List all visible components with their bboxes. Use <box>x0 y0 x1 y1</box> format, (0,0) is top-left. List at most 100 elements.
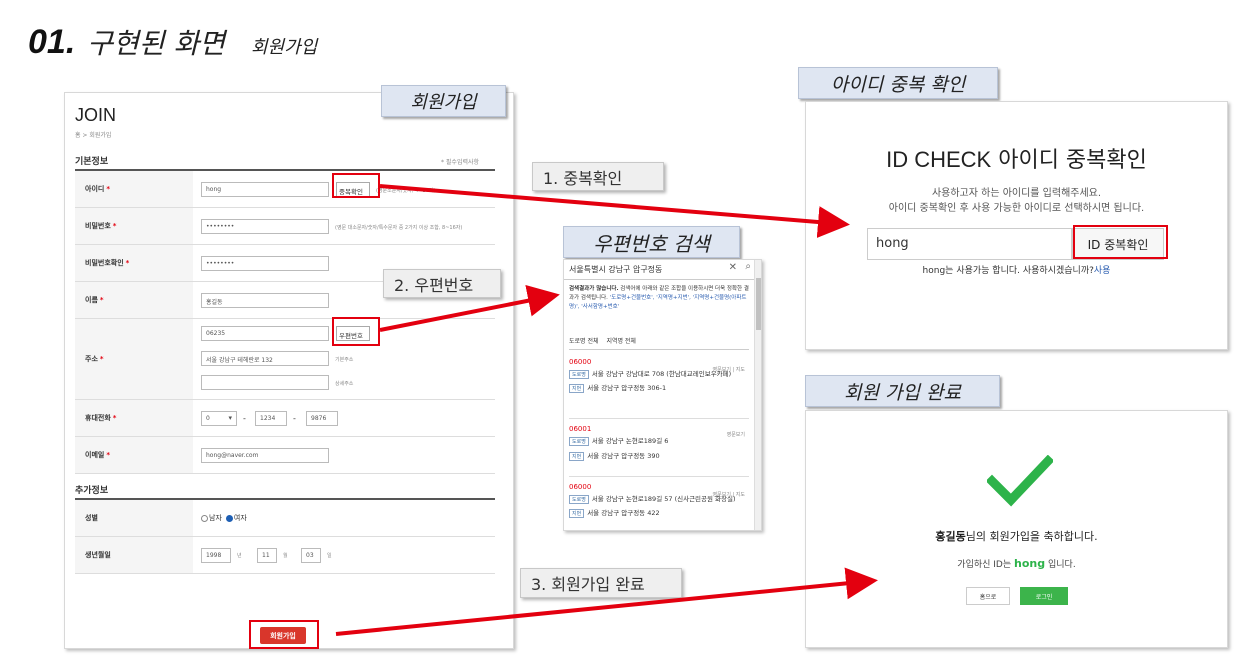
tag-complete: 회원 가입 완료 <box>805 375 1000 407</box>
filter-road[interactable]: 도로명 전체 <box>569 338 599 345</box>
password-confirm-input[interactable]: •••••••• <box>201 256 329 271</box>
birth-month-input[interactable]: 11 <box>257 548 277 563</box>
tag-zipcode: 우편번호 검색 <box>563 226 740 258</box>
id-check-result-text: hong는 사용가능 합니다. 사용하시겠습니까? <box>922 266 1094 276</box>
heading-title: 구현된 화면 <box>87 27 225 60</box>
id-check-desc-2: 아이디 중복확인 후 사용 가능한 아이디로 선택하시면 됩니다. <box>888 203 1145 214</box>
phone-mid-input[interactable]: 1234 <box>255 411 287 426</box>
phone-dash-1: - <box>243 414 246 423</box>
zipcode-scrollbar[interactable] <box>754 260 761 530</box>
address2-hint: 상세주소 <box>335 381 354 387</box>
checkmark-icon <box>987 455 1053 507</box>
login-button[interactable]: 로그인 <box>1020 587 1068 605</box>
id-check-title-en: ID CHECK <box>886 147 992 172</box>
gender-label: 성별 <box>75 500 193 536</box>
zipcode-filters: 도로명 전체 지역명 전체 <box>569 336 749 350</box>
name-label: 이름 <box>85 296 98 304</box>
step-2-label: 2. 우편번호 <box>383 269 501 298</box>
filter-region[interactable]: 지역명 전체 <box>606 338 636 345</box>
clear-icon[interactable]: ✕ <box>729 262 737 273</box>
join-form-panel: JOIN 홈 > 회원가입 기본정보 * 필수입력사항 아이디 * hong 중복… <box>64 92 514 649</box>
row-email: 이메일 * hong@naver.com <box>75 437 495 474</box>
join-title: JOIN <box>75 105 117 125</box>
result-zip: 06000 <box>569 483 592 491</box>
step-1-label: 1. 중복확인 <box>532 162 664 191</box>
home-button[interactable]: 홈으로 <box>966 587 1010 605</box>
result-road: 서울 강남구 논현로189길 6 <box>591 437 669 445</box>
tag-signup: 회원가입 <box>381 85 506 117</box>
id-check-title: ID CHECK 아이디 중복확인 <box>806 142 1227 174</box>
radio-female-selected[interactable] <box>225 514 233 522</box>
email-label: 이메일 <box>85 451 105 459</box>
chevron-down-icon: ▾ <box>228 414 232 422</box>
address2-input[interactable] <box>201 375 329 390</box>
highlight-id-check <box>332 173 380 198</box>
phone-last-input[interactable]: 9876 <box>306 411 338 426</box>
result-zip: 06001 <box>569 425 592 433</box>
id-check-desc-1: 사용하고자 하는 아이디를 입력해주세요. <box>931 188 1102 199</box>
row-address: 주소 * 06235 우편번호 서울 강남구 테헤란로 132 기본주소 상세주소 <box>75 319 495 400</box>
highlight-submit <box>249 620 319 649</box>
password-input[interactable]: •••••••• <box>201 219 329 234</box>
result-item[interactable]: 06000 영문보기 | 지도 도로명 서울 강남구 논현로189길 57 (신사… <box>569 477 749 530</box>
id-check-input[interactable]: hong <box>867 228 1072 260</box>
zipcode-input[interactable]: 06235 <box>201 326 329 341</box>
phone-prefix-select[interactable]: 0 ▾ <box>201 411 237 426</box>
complete-id-suffix: 입니다. <box>1048 560 1076 570</box>
address-label: 주소 <box>85 355 98 363</box>
search-icon[interactable]: ⌕ <box>745 261 751 272</box>
row-gender: 성별 남자 여자 <box>75 500 495 537</box>
breadcrumb: 홈 > 회원가입 <box>75 132 112 139</box>
zipcode-popup: 서울특별시 강남구 압구정동 ✕ ⌕ 검색결과가 많습니다. 검색어에 아래와 … <box>563 259 762 531</box>
highlight-id-check-button <box>1073 225 1168 259</box>
result-links[interactable]: 영문보기 | 지도 <box>713 491 745 498</box>
zipcode-results: 06000 영문보기 | 지도 도로명 서울 강남구 강남대로 708 (한남대교… <box>569 358 749 530</box>
id-hint: (영문소문자/숫자, 4~16자) <box>376 188 436 194</box>
complete-id-prefix: 가입하신 ID는 <box>957 560 1012 570</box>
extra-info-table: 성별 남자 여자 생년월일 1998 년 11 월 03 일 <box>75 498 495 574</box>
id-input[interactable]: hong <box>201 182 329 197</box>
use-link[interactable]: 사용 <box>1094 266 1111 276</box>
zipcode-notice: 검색결과가 많습니다. 검색어에 아래와 같은 조합을 이용하시면 더욱 정확한… <box>569 285 749 312</box>
birth-year-input[interactable]: 1998 <box>201 548 231 563</box>
phone-dash-2: - <box>293 414 296 423</box>
address1-input[interactable]: 서울 강남구 테헤란로 132 <box>201 351 329 366</box>
address1-hint: 기본주소 <box>335 357 354 363</box>
birth-year-unit: 년 <box>237 553 242 559</box>
complete-user-name: 홍길동 <box>935 530 966 543</box>
gender-female-label: 여자 <box>233 514 247 522</box>
page-heading: 01. 구현된 화면 회원가입 <box>28 22 317 62</box>
complete-id-value: hong <box>1014 557 1046 570</box>
result-links[interactable]: 영문보기 | 지도 <box>713 366 745 373</box>
extra-info-heading: 추가정보 <box>75 486 109 496</box>
id-check-title-ko: 아이디 중복확인 <box>998 148 1147 173</box>
birth-day-input[interactable]: 03 <box>301 548 321 563</box>
scrollbar-thumb[interactable] <box>756 278 761 330</box>
notice-bold: 검색결과가 많습니다. <box>569 286 619 292</box>
password-hint: (영문 대소문자/숫자/특수문자 중 2가지 이상 조합, 8~16자) <box>335 225 463 231</box>
gender-male-label: 남자 <box>209 514 222 522</box>
result-links[interactable]: 영문보기 <box>727 431 745 438</box>
heading-number: 01. <box>28 23 76 61</box>
phone-label: 휴대전화 <box>85 414 111 422</box>
required-note: * 필수입력사항 <box>441 159 480 166</box>
result-item[interactable]: 06000 영문보기 | 지도 도로명 서울 강남구 강남대로 708 (한남대교… <box>569 358 749 419</box>
row-birthdate: 생년월일 1998 년 11 월 03 일 <box>75 537 495 574</box>
step-3-label: 3. 회원가입 완료 <box>520 568 682 598</box>
zipcode-search-input[interactable]: 서울특별시 강남구 압구정동 <box>569 265 662 274</box>
complete-message: 홍길동님의 회원가입을 축하합니다. <box>806 528 1227 544</box>
password-label: 비밀번호 <box>85 222 111 230</box>
id-check-result: hong는 사용가능 합니다. 사용하시겠습니까?사용 <box>806 263 1227 276</box>
row-id: 아이디 * hong 중복확인 (영문소문자/숫자, 4~16자) <box>75 171 495 208</box>
birth-day-unit: 일 <box>327 553 332 559</box>
email-input[interactable]: hong@naver.com <box>201 448 329 463</box>
id-label: 아이디 <box>85 185 105 193</box>
tag-id-check: 아이디 중복 확인 <box>798 67 998 99</box>
row-password: 비밀번호 * •••••••• (영문 대소문자/숫자/특수문자 중 2가지 이상… <box>75 208 495 245</box>
birth-month-unit: 월 <box>283 553 288 559</box>
name-input[interactable]: 홍길동 <box>201 293 329 308</box>
password-confirm-label: 비밀번호확인 <box>85 259 124 267</box>
radio-male[interactable] <box>201 514 208 522</box>
zipcode-search-bar: 서울특별시 강남구 압구정동 ✕ ⌕ <box>564 260 755 280</box>
result-item[interactable]: 06001 영문보기 도로명 서울 강남구 논현로189길 6 지번 서울 강남구 … <box>569 419 749 477</box>
